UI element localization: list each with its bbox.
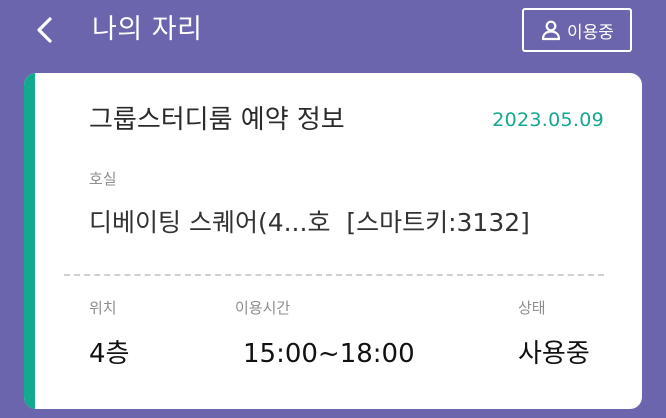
chevron-left-icon <box>37 17 52 43</box>
location-value: 4층 <box>89 339 130 369</box>
page-title: 나의 자리 <box>92 14 203 45</box>
back-button[interactable] <box>30 14 62 46</box>
in-use-status-button[interactable]: 이용중 <box>522 8 632 52</box>
usage-time-value: 15:00~18:00 <box>243 339 415 369</box>
reservation-title: 그룹스터디룸 예약 정보 <box>89 105 345 135</box>
location-label: 위치 <box>89 299 117 317</box>
status-label: 상태 <box>518 299 546 317</box>
room-value: 디베이팅 스퀘어(4...호 [스마트키:3132] <box>89 208 530 237</box>
card-accent-bar <box>24 73 35 409</box>
status-button-label: 이용중 <box>567 22 614 43</box>
top-bar: 나의 자리 이용중 <box>0 0 666 66</box>
room-label: 호실 <box>89 170 117 188</box>
reservation-date: 2023.05.09 <box>492 109 604 131</box>
dashed-divider <box>64 274 604 276</box>
reservation-card: 그룹스터디룸 예약 정보 2023.05.09 호실 디베이팅 스퀘어(4...… <box>24 73 642 409</box>
user-icon <box>541 20 561 41</box>
usage-time-label: 이용시간 <box>235 299 291 317</box>
status-value: 사용중 <box>518 339 590 369</box>
